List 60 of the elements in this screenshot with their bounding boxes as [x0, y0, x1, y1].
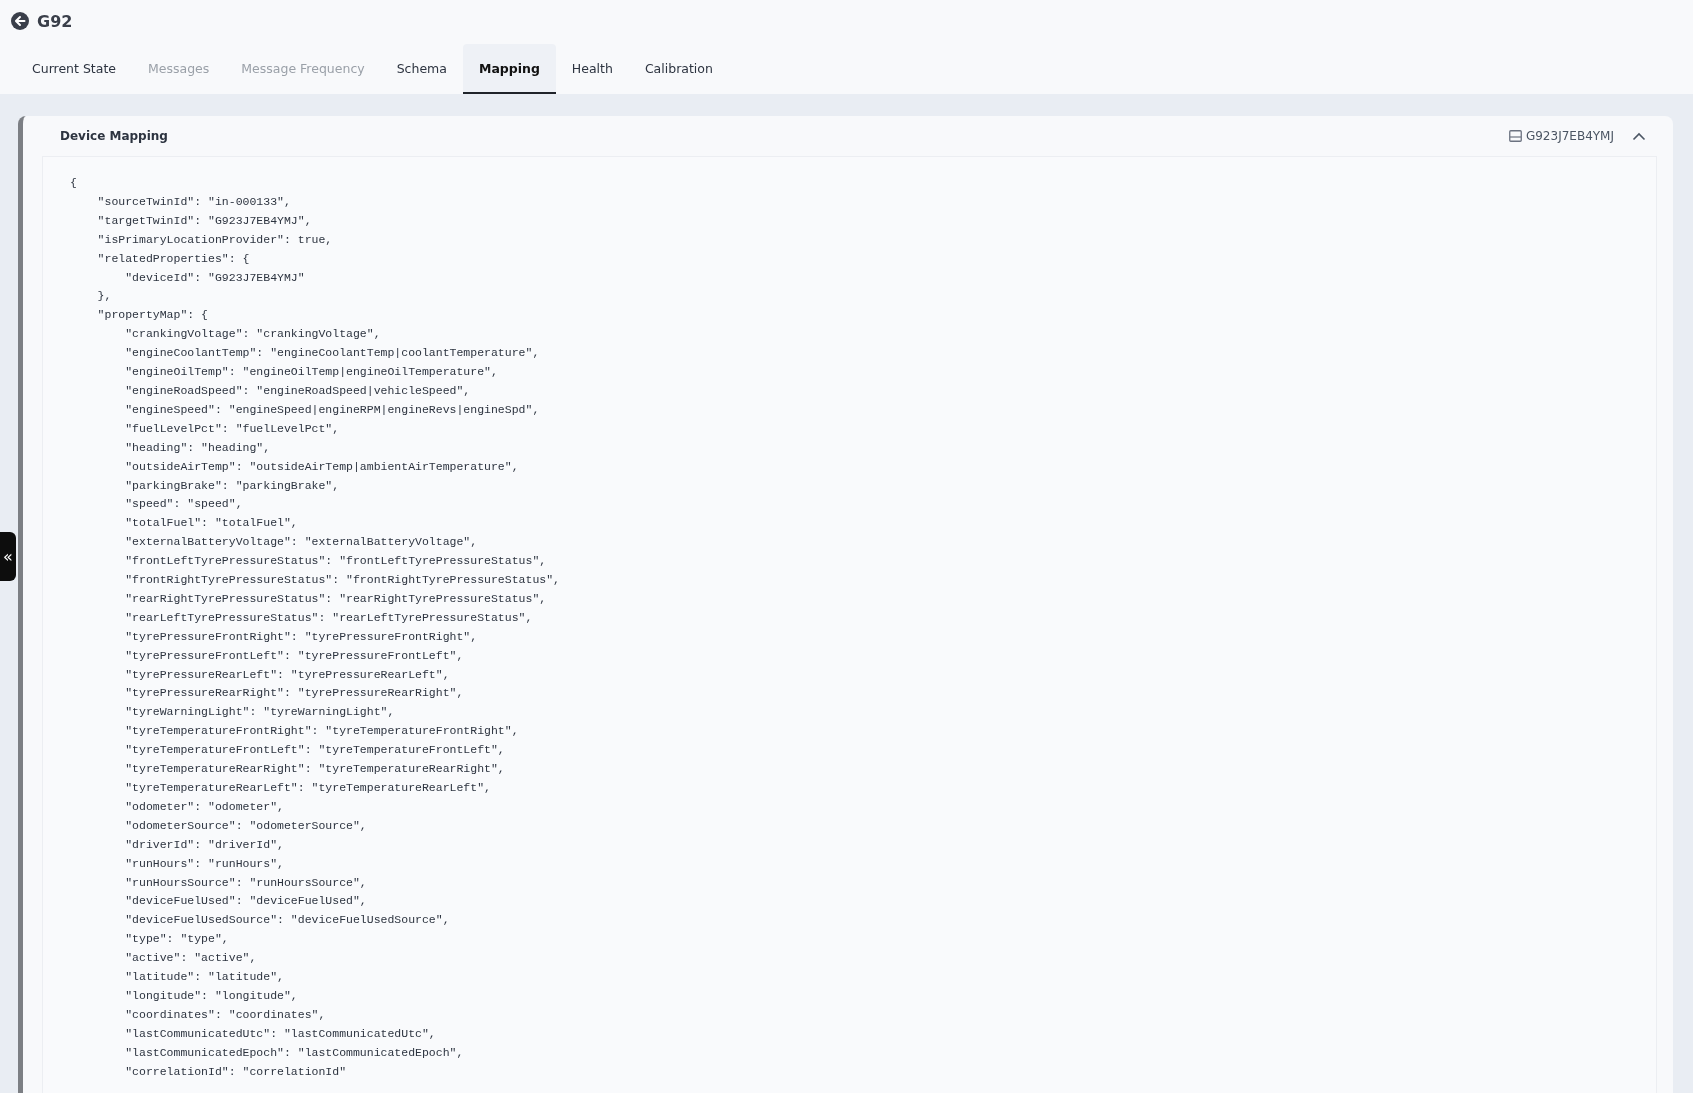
code-line: "latitude": "latitude",	[124, 969, 284, 986]
code-line: "frontRightTyrePressureStatus": "frontRightTyrePressureStatus",	[124, 572, 560, 589]
device-icon	[1508, 130, 1522, 142]
tab[interactable]: Mapping	[462, 44, 556, 94]
code-line: "rearLeftTyrePressureStatus": "rearLeftTyrePressureStatus",	[124, 609, 533, 626]
code-line: "runHours": "runHours",	[124, 855, 284, 872]
code-line: "rearRightTyrePressureStatus": "rearRightTyrePressureStatus",	[124, 590, 547, 607]
code-line: "driverId": "driverId",	[124, 836, 284, 853]
code-line: "engineCoolantTemp": "engineCoolantTemp|coolantTemperature",	[124, 345, 540, 362]
code-line: "tyrePressureFrontRight": "tyrePressureFrontRight",	[124, 628, 478, 645]
code-line: "fuelLevelPct": "fuelLevelPct",	[124, 420, 340, 437]
code-line: "totalFuel": "totalFuel",	[124, 515, 298, 532]
tab[interactable]: Calibration	[628, 44, 729, 94]
code-line: "lastCommunicatedUtc": "lastCommunicatedUtc",	[124, 1025, 436, 1042]
code-line: "tyreTemperatureFrontLeft": "tyreTemperatureFrontLeft",	[124, 742, 505, 759]
code-line: "sourceTwinId": "in-000133",	[96, 193, 291, 210]
code-line: "relatedProperties": {	[96, 250, 250, 267]
code-line: "tyreWarningLight": "tyreWarningLight",	[124, 704, 395, 721]
code-line: "runHoursSource": "runHoursSource",	[124, 874, 367, 891]
tab[interactable]: Health	[555, 44, 629, 94]
code-line: "engineSpeed": "engineSpeed|engineRPM|engineRevs|engineSpd",	[124, 401, 540, 418]
code-line: "frontLeftTyrePressureStatus": "frontLeftTyrePressureStatus",	[124, 553, 547, 570]
code-line: "crankingVoltage": "crankingVoltage",	[124, 326, 381, 343]
code-line: "coordinates": "coordinates",	[124, 1006, 326, 1023]
code-line: "tyreTemperatureRearLeft": "tyreTemperatureRearLeft",	[124, 780, 491, 796]
code-line: "speed": "speed",	[124, 496, 243, 513]
card-title: Device Mapping	[60, 129, 168, 143]
code-line: "propertyMap": {	[96, 307, 209, 324]
code-line: "odometerSource": "odometerSource",	[124, 817, 367, 834]
code-line: "engineRoadSpeed": "engineRoadSpeed|vehicleSpeed",	[124, 382, 471, 399]
code-line: "tyreTemperatureRearRight": "tyreTemperatureRearRight",	[124, 761, 505, 778]
code-line: "longitude": "longitude",	[124, 987, 298, 1004]
code-line: "externalBatteryVoltage": "externalBatteryVoltage",	[124, 534, 478, 551]
code-line: "targetTwinId": "G923J7EB4YMJ",	[96, 212, 312, 229]
code-line: },	[96, 288, 112, 305]
code-line: "deviceFuelUsed": "deviceFuelUsed",	[124, 893, 367, 910]
collapse-sidebar-button[interactable]: «	[0, 532, 16, 581]
chevron-icon[interactable]	[1632, 131, 1646, 141]
code-line: {	[70, 175, 77, 191]
code-line: "active": "active",	[124, 950, 257, 967]
code-line: "correlationId": "correlationId"	[124, 1063, 347, 1080]
code-line: "tyreTemperatureFrontRight": "tyreTemperatureFrontRight",	[124, 723, 519, 740]
code-line: "tyrePressureFrontLeft": "tyrePressureFrontLeft",	[124, 647, 464, 664]
back-icon[interactable]	[11, 12, 29, 30]
device-id: G923J7EB4YMJ	[1525, 129, 1614, 143]
code-line: "type": "type",	[124, 931, 229, 948]
code-line: "odometer": "odometer",	[124, 798, 284, 815]
page-title: G92	[37, 11, 73, 31]
tab[interactable]: Schema	[380, 44, 463, 94]
code-line: "deviceId": "G923J7EB4YMJ"	[124, 269, 305, 286]
code-line: "heading": "heading",	[124, 439, 271, 456]
tab[interactable]: Current State	[16, 44, 132, 94]
code-line: "deviceFuelUsedSource": "deviceFuelUsedSource",	[124, 912, 450, 929]
code-line: "parkingBrake": "parkingBrake",	[124, 477, 340, 494]
code-line: "tyrePressureRearLeft": "tyrePressureRearLeft",	[124, 666, 450, 683]
code-line: "tyrePressureRearRight": "tyrePressureRearRight",	[124, 685, 464, 702]
code-line: "outsideAirTemp": "outsideAirTemp|ambientAirTemperature",	[124, 458, 519, 475]
code-line: "isPrimaryLocationProvider": true,	[96, 231, 333, 248]
code-line: "lastCommunicatedEpoch": "lastCommunicatedEpoch",	[124, 1044, 464, 1061]
code-line: "engineOilTemp": "engineOilTemp|engineOilTemperature",	[124, 364, 498, 381]
